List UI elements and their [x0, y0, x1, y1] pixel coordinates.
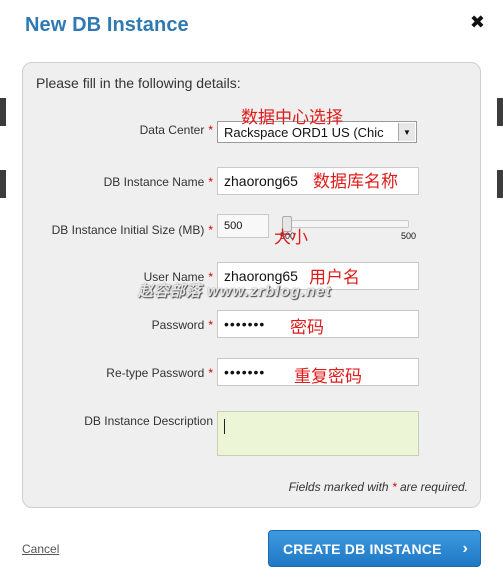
background-edge: [0, 170, 6, 198]
instance-name-input[interactable]: zhaorong65: [217, 167, 307, 195]
cancel-link[interactable]: Cancel: [22, 542, 59, 556]
initial-size-input[interactable]: 500: [217, 214, 269, 238]
slider-max-label: 500: [401, 231, 417, 241]
chevron-down-icon[interactable]: ▼: [398, 123, 415, 141]
description-textarea[interactable]: [217, 411, 419, 456]
annotation-retype-password: 重复密码: [294, 367, 362, 387]
retype-password-label: Re-type Password *: [106, 366, 213, 380]
background-edge: [0, 98, 6, 126]
dialog-title: New DB Instance: [25, 14, 189, 36]
required-note: Fields marked with * are required.: [288, 480, 468, 494]
initial-size-label: DB Instance Initial Size (MB) *: [51, 223, 213, 237]
annotation-size: 大小: [274, 228, 308, 248]
create-db-instance-button[interactable]: CREATE DB INSTANCE ›: [268, 530, 481, 567]
password-label: Password *: [151, 318, 213, 332]
background-edge: [497, 170, 503, 198]
close-icon[interactable]: ✖: [470, 13, 485, 31]
form-intro: Please fill in the following details:: [36, 75, 241, 91]
watermark: 赵容部落 www.zrblog.net: [138, 283, 332, 300]
chevron-right-icon: ›: [462, 540, 468, 557]
background-edge: [497, 98, 503, 126]
data-center-label: Data Center *: [139, 123, 213, 137]
create-button-label: CREATE DB INSTANCE: [283, 540, 442, 557]
instance-name-label: DB Instance Name *: [103, 175, 213, 189]
annotation-password: 密码: [290, 318, 324, 338]
description-label: DB Instance Description: [84, 414, 213, 428]
annotation-data-center: 数据中心选择: [241, 108, 343, 128]
annotation-instance-name: 数据库名称: [313, 172, 398, 192]
text-caret: [224, 419, 225, 434]
